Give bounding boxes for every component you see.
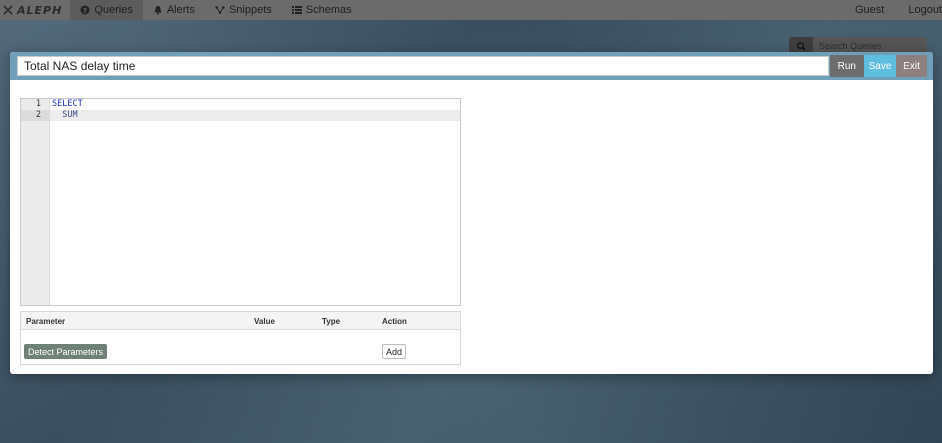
run-button[interactable]: Run	[829, 55, 864, 77]
code-line: SELECT	[50, 99, 460, 110]
detect-parameters-button[interactable]: Detect Parameters	[24, 344, 108, 359]
parameters-body: Detect Parameters Add	[21, 330, 460, 365]
line-number-gutter: 1 2	[21, 99, 50, 305]
aleph-logo-icon	[3, 5, 13, 15]
bell-icon	[154, 6, 162, 15]
query-title-input[interactable]	[17, 56, 829, 76]
nav-label-alerts: Alerts	[166, 4, 195, 16]
modal-header: Run Save Exit	[10, 52, 933, 80]
sql-editor[interactable]: 1 2 SELECT SUM	[20, 98, 461, 306]
code-area[interactable]: SELECT SUM	[50, 99, 460, 305]
top-navbar: ALEPH ? Queries Alerts Snippets Schemas	[0, 0, 942, 20]
nav-label-queries: Queries	[94, 4, 133, 16]
nav-item-logout[interactable]: Logout	[896, 0, 942, 20]
svg-text:?: ?	[83, 7, 87, 15]
line-number: 1	[35, 99, 41, 109]
search-icon	[796, 41, 806, 51]
code-line: SUM	[50, 110, 460, 121]
nav-right: Guest Logout	[843, 0, 942, 20]
sql-text: SUM	[52, 110, 78, 120]
parameters-table: Parameter Value Type Action Detect Param…	[20, 311, 461, 365]
brand[interactable]: ALEPH	[0, 0, 70, 20]
list-icon	[291, 6, 302, 14]
nav-item-queries[interactable]: ? Queries	[70, 0, 143, 20]
snippets-icon	[215, 6, 225, 14]
col-action: Action	[382, 317, 407, 326]
line-number: 2	[21, 110, 49, 121]
brand-name: ALEPH	[17, 3, 63, 17]
nav-label-snippets: Snippets	[228, 4, 272, 16]
parameters-header: Parameter Value Type Action	[21, 312, 460, 330]
save-button[interactable]: Save	[864, 55, 896, 77]
query-editor-modal: Run Save Exit 1 2 SELECT SUM Parameter V…	[10, 52, 933, 374]
col-value: Value	[254, 317, 275, 326]
nav-item-snippets[interactable]: Snippets	[205, 0, 282, 20]
col-type: Type	[322, 317, 341, 326]
add-parameter-button[interactable]: Add	[382, 344, 406, 359]
nav-label-schemas: Schemas	[305, 4, 352, 16]
sql-keyword: SELECT	[52, 99, 83, 109]
col-parameter: Parameter	[26, 317, 66, 326]
nav-item-guest[interactable]: Guest	[843, 0, 896, 20]
nav-item-schemas[interactable]: Schemas	[282, 0, 362, 20]
nav-item-alerts[interactable]: Alerts	[143, 0, 205, 20]
question-circle-icon: ?	[80, 5, 90, 15]
exit-button[interactable]: Exit	[896, 55, 927, 77]
